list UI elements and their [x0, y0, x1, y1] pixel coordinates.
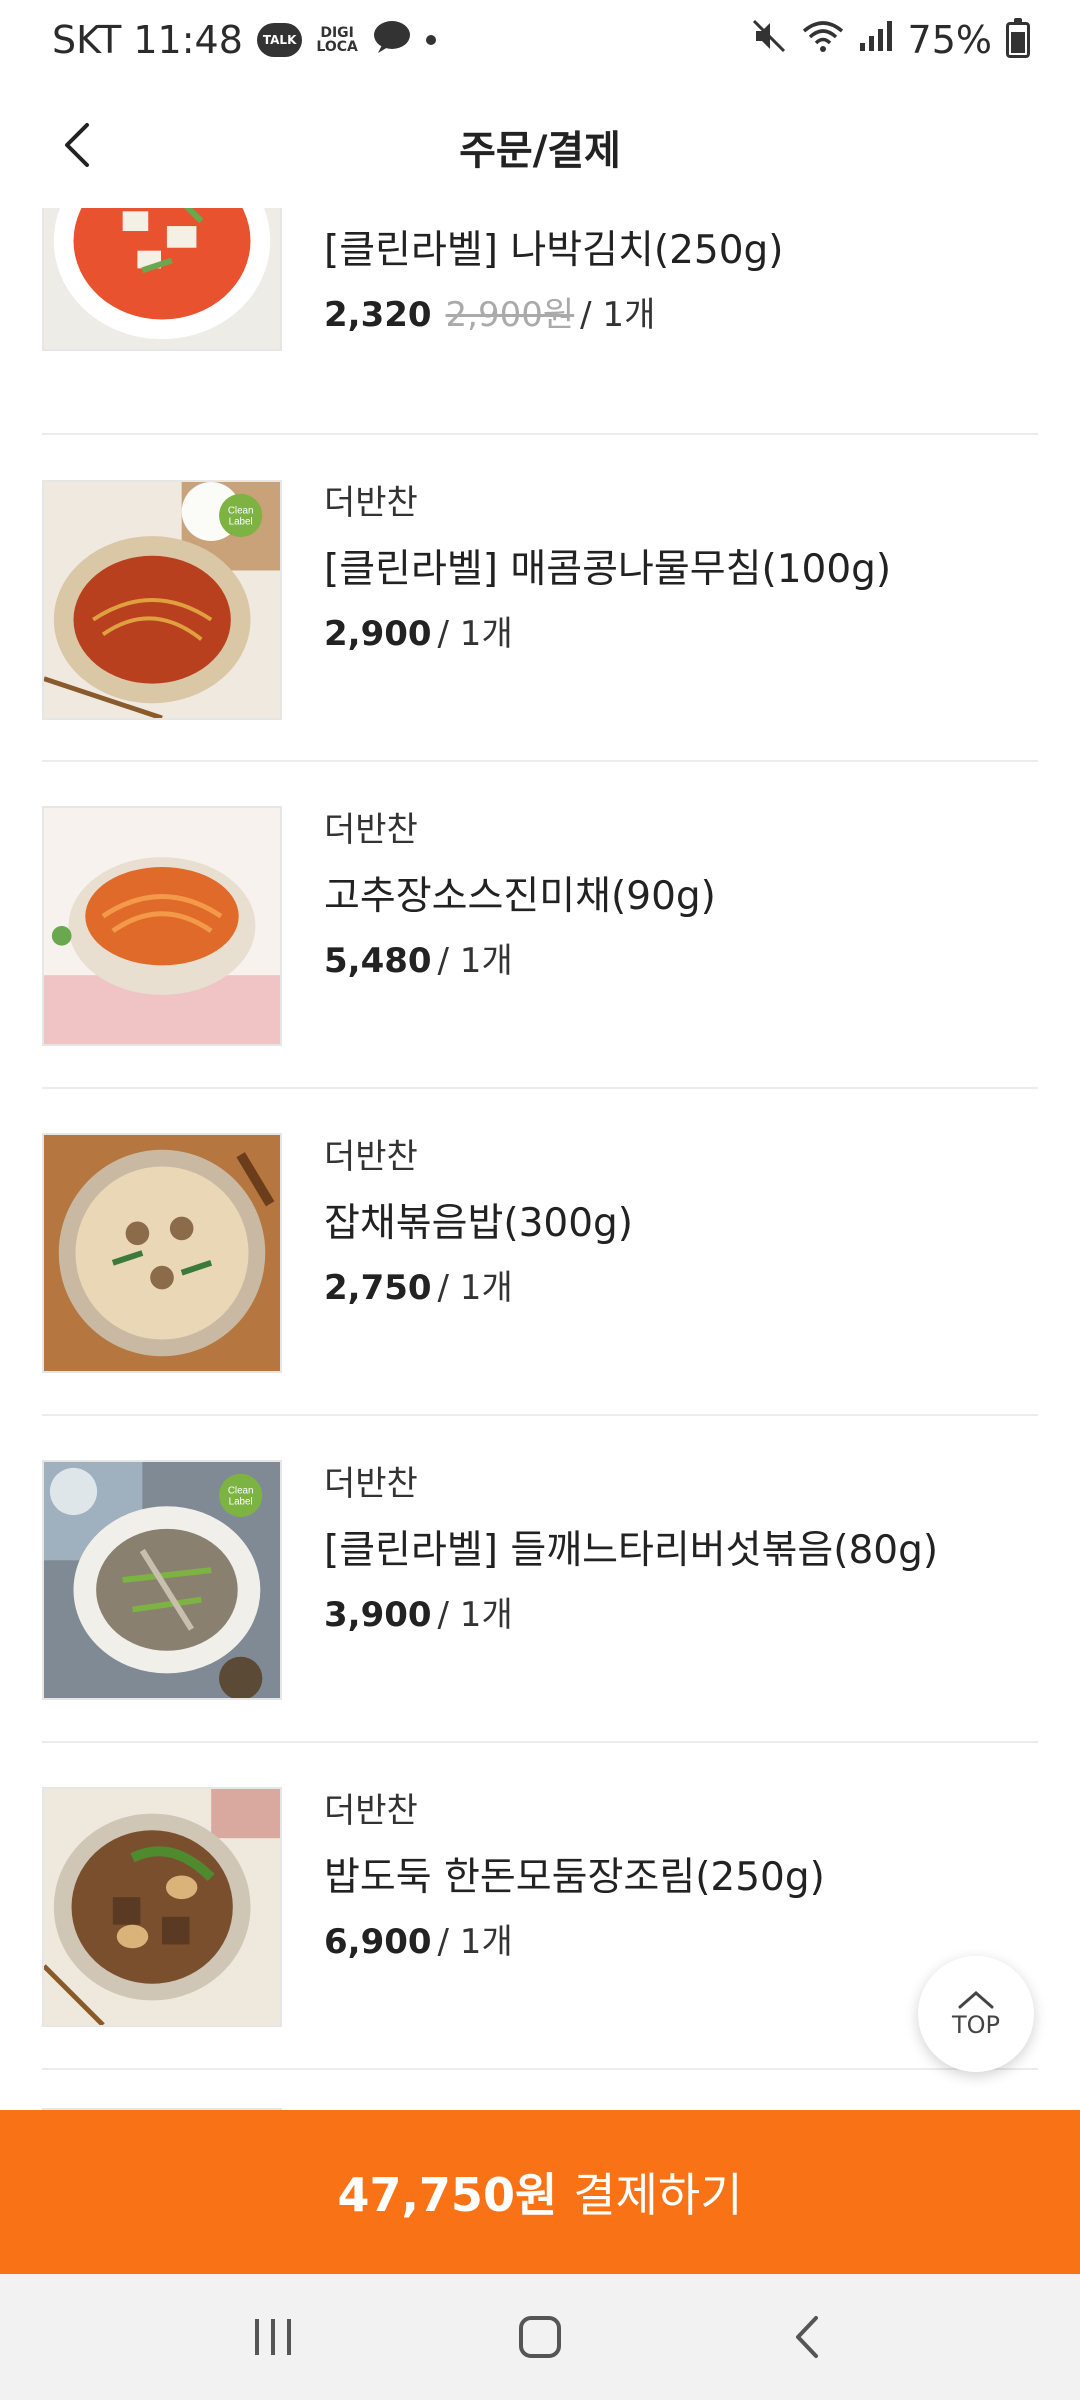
svg-text:Clean: Clean: [228, 1485, 254, 1496]
list-item[interactable]: Clean Label 더반찬 [클린라벨] 매콤콩나물무침(100g) 2,9…: [42, 435, 1038, 762]
original-price: 2,900원: [445, 295, 575, 335]
home-button[interactable]: [500, 2297, 580, 2377]
signal-icon: [858, 18, 894, 62]
product-image: Clean Label: [42, 1460, 282, 1700]
svg-text:Clean: Clean: [228, 505, 254, 516]
list-item[interactable]: 더반찬 고추장소스진미채(90g) 5,480 / 1개: [42, 762, 1038, 1089]
product-name: [클린라벨] 나박김치(250g): [324, 228, 784, 273]
top-label: TOP: [951, 2011, 1001, 2039]
recent-apps-button[interactable]: [233, 2297, 313, 2377]
product-quantity: / 1개: [437, 614, 513, 654]
order-item-list[interactable]: [클린라벨] 나박김치(250g) 2,320 2,900원 / 1개 Clea…: [0, 208, 1080, 2110]
mute-icon: [752, 18, 788, 62]
svg-text:Label: Label: [229, 1496, 253, 1507]
scroll-top-button[interactable]: TOP: [918, 1956, 1034, 2072]
recent-apps-icon: [255, 2319, 292, 2355]
pay-button[interactable]: 47,750원 결제하기: [0, 2110, 1080, 2274]
carrier-time: SKT 11:48: [52, 18, 243, 62]
product-price: 6,900: [324, 1922, 432, 1962]
product-name: [클린라벨] 매콤콩나물무침(100g): [324, 547, 892, 592]
product-image: [42, 1787, 282, 2027]
svg-text:Label: Label: [229, 516, 253, 527]
product-brand: 더반찬: [324, 1137, 418, 1177]
product-image: [42, 208, 282, 351]
status-bar: SKT 11:48 TALK DIGI LOCA 75%: [0, 0, 1080, 80]
product-image: Clean Label: [42, 480, 282, 720]
system-nav-bar: [0, 2274, 1080, 2400]
product-quantity: / 1개: [437, 1595, 513, 1635]
back-nav-button[interactable]: [767, 2297, 847, 2377]
product-name: [클린라벨] 들깨느타리버섯볶음(80g): [324, 1528, 939, 1573]
product-price: 2,750: [324, 1268, 432, 1308]
list-item[interactable]: [클린라벨] 나박김치(250g) 2,320 2,900원 / 1개: [42, 208, 1038, 435]
home-icon: [518, 2316, 561, 2358]
chevron-up-icon: [958, 1991, 994, 2009]
digi-line2: LOCA: [316, 39, 358, 55]
notification-dot-icon: [425, 35, 436, 45]
product-quantity: / 1개: [437, 1268, 513, 1308]
product-quantity: / 1개: [580, 295, 656, 335]
product-image: [42, 1133, 282, 1373]
product-price: 2,320: [324, 295, 432, 335]
back-nav-icon: [795, 2316, 818, 2358]
product-quantity: / 1개: [437, 1922, 513, 1962]
pay-label: 결제하기: [573, 2168, 743, 2222]
wifi-icon: [802, 18, 844, 62]
talk-icon: TALK: [256, 23, 303, 57]
page-title: 주문/결제: [459, 128, 621, 174]
battery-icon: [1006, 18, 1030, 58]
product-price: 5,480: [324, 941, 432, 981]
product-brand: 더반찬: [324, 810, 418, 850]
product-price: 3,900: [324, 1595, 432, 1635]
app-header: 주문/결제: [0, 80, 1080, 208]
product-quantity: / 1개: [437, 941, 513, 981]
digilocca-icon: DIGI LOCA: [316, 26, 357, 54]
battery-percent: 75%: [907, 18, 992, 62]
list-item[interactable]: 더반찬 잡채볶음밥(300g) 2,750 / 1개: [42, 1089, 1038, 1416]
product-name: 고추장소스진미채(90g): [324, 874, 716, 919]
product-image: [42, 806, 282, 1046]
product-brand: 더반찬: [324, 483, 418, 523]
messenger-icon: [372, 18, 412, 62]
list-item[interactable]: Clean Label 더반찬 [클린라벨] 들깨느타리버섯볶음(80g) 3,…: [42, 1416, 1038, 1743]
product-brand: 더반찬: [324, 1791, 418, 1831]
product-name: 밥도둑 한돈모둠장조림(250g): [324, 1855, 825, 1900]
list-item[interactable]: 더반찬 밥도둑 한돈모둠장조림(250g) 6,900 / 1개: [42, 1743, 1038, 2070]
product-name: 잡채볶음밥(300g): [324, 1201, 634, 1246]
product-price: 2,900: [324, 614, 432, 654]
product-brand: 더반찬: [324, 1464, 418, 1504]
total-amount: 47,750원: [337, 2168, 558, 2222]
